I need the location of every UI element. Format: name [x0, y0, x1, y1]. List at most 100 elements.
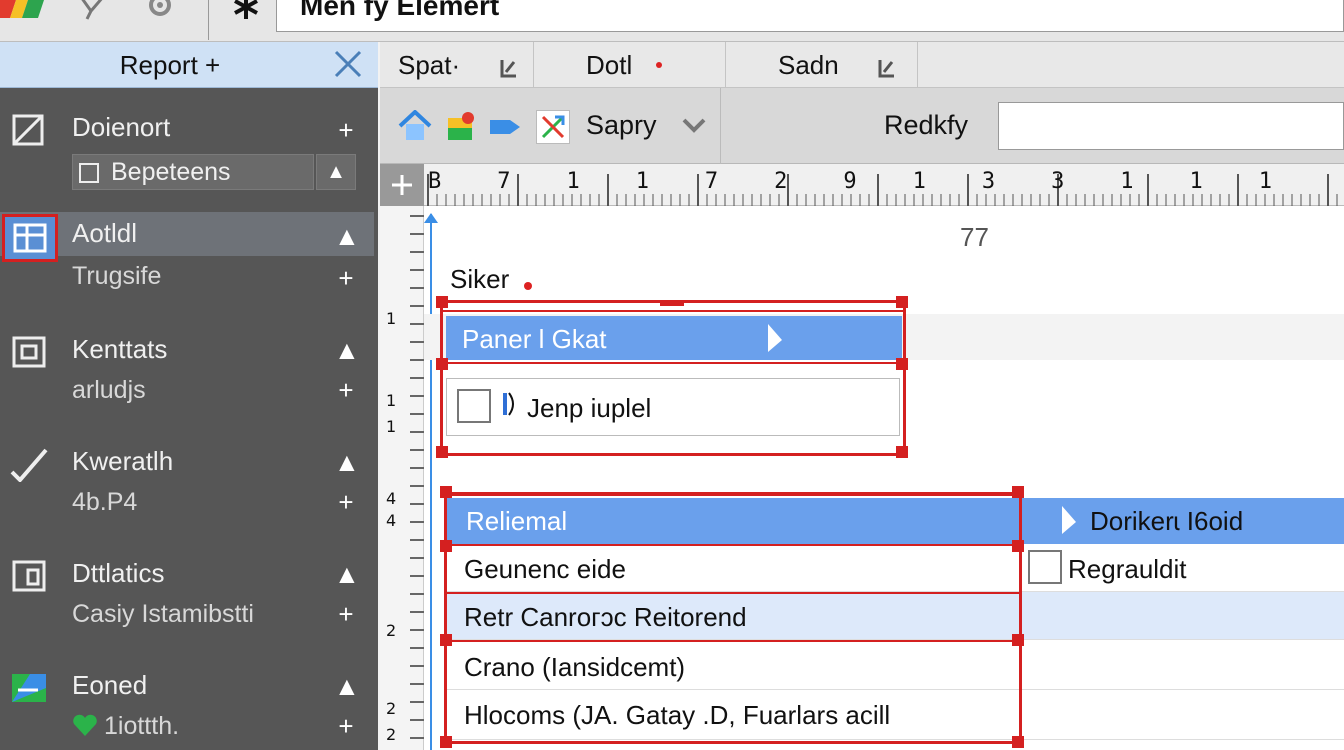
- sidebar-header[interactable]: Report +: [0, 42, 378, 88]
- pointer-tool-icon[interactable]: [536, 110, 570, 144]
- sidebar-item-sublabel: 1iottth.: [104, 712, 180, 740]
- plus-icon[interactable]: +: [334, 489, 358, 515]
- resize-handle[interactable]: [1012, 486, 1024, 498]
- modified-dot-icon: [656, 62, 662, 68]
- sidebar-item-sublabel: arludjs: [72, 376, 146, 404]
- horizontal-ruler[interactable]: B 7 1 1 7 2 9 1 3 3 1 1 1: [380, 164, 1344, 206]
- asterisk-icon[interactable]: [226, 0, 266, 24]
- home-icon[interactable]: [398, 109, 432, 144]
- vruler-label: 4: [386, 511, 396, 530]
- resize-handle[interactable]: [896, 358, 908, 370]
- columns-icon: [10, 558, 50, 594]
- sidebar-sub-label: Bepeteens: [111, 158, 231, 186]
- ruler-label: 1: [566, 169, 579, 194]
- design-canvas[interactable]: 77 Siker Paner l Gkat Jenp iuplel Reliem…: [424, 206, 1344, 750]
- checkbox[interactable]: [1028, 550, 1062, 584]
- toolbar-divider: [720, 88, 721, 164]
- vruler-label: 1: [386, 391, 396, 410]
- checkbox[interactable]: [457, 389, 491, 423]
- plus-icon[interactable]: +: [334, 377, 358, 403]
- resize-handle[interactable]: [440, 486, 452, 498]
- resize-handle[interactable]: [436, 446, 448, 458]
- resize-handle[interactable]: [436, 296, 448, 308]
- checkbox[interactable]: [79, 163, 99, 183]
- sidebar-item-label: Kenttats: [72, 334, 168, 364]
- sidebar-item-eoned[interactable]: Eoned 1iottth. ▲ +: [0, 660, 378, 750]
- ruler-corner[interactable]: [380, 164, 424, 206]
- pin-icon[interactable]: [498, 54, 518, 78]
- group1-row[interactable]: Jenp iuplel: [446, 378, 900, 436]
- sidebar-item-dttlatics[interactable]: Dttlatics Casiy Istamibstti ▲ +: [0, 548, 378, 648]
- table-row[interactable]: Geunenc eide Regrauldit: [446, 544, 1344, 592]
- sidebar-item-kweratlh[interactable]: Kweratlh 4b.P4 ▲ +: [0, 436, 378, 536]
- tab-spat[interactable]: Spat·: [380, 42, 534, 88]
- sidebar-item-kenttats[interactable]: Kenttats arludjs ▲ +: [0, 324, 378, 424]
- top-center-handle[interactable]: [714, 492, 736, 496]
- chevron-down-icon[interactable]: [680, 114, 708, 138]
- resize-handle[interactable]: [896, 446, 908, 458]
- collapse-arrow-icon[interactable]: ▲: [334, 561, 360, 587]
- ruler-label: 1: [636, 169, 649, 194]
- table-row[interactable]: Crano (Iansidcemt): [446, 640, 1344, 690]
- resize-handle[interactable]: [440, 634, 452, 646]
- tab-dotl[interactable]: Dotl: [534, 42, 726, 88]
- resize-handle[interactable]: [1012, 634, 1024, 646]
- frame-icon: [10, 334, 50, 370]
- vruler-label: 1: [386, 309, 396, 328]
- pin-icon[interactable]: [876, 54, 896, 78]
- cursor-pointer-icon: [760, 322, 786, 354]
- plus-icon[interactable]: +: [334, 601, 358, 627]
- collapse-arrow-icon[interactable]: ▲: [334, 337, 360, 363]
- expand-arrow-icon[interactable]: ▲: [316, 154, 356, 190]
- ruler-label: 1: [1190, 169, 1203, 194]
- group2-header[interactable]: Reliemal Dorikerɩ I6oid: [446, 498, 1344, 544]
- close-icon[interactable]: [330, 46, 366, 82]
- group2-header-right: Dorikerɩ I6oid: [1090, 506, 1244, 536]
- app-logo-icon[interactable]: [0, 0, 48, 22]
- sidebar-item-label: Doienort: [72, 112, 171, 142]
- sidebar-sub-item[interactable]: Bepeteens: [72, 154, 314, 190]
- collapse-arrow-icon[interactable]: ▲: [334, 673, 360, 699]
- table-row[interactable]: Hlocoms (JA. Gatay .D, Fuarlars acill: [446, 690, 1344, 740]
- vruler-label: 4: [386, 489, 396, 508]
- plus-icon[interactable]: +: [334, 265, 358, 291]
- vruler-label: 1: [386, 417, 396, 436]
- ruler-ticks: B 7 1 1 7 2 9 1 3 3 1 1 1: [427, 169, 1338, 206]
- vertical-ruler[interactable]: 1 1 1 4 4 2 2 2: [380, 206, 424, 750]
- gear-icon[interactable]: [140, 0, 180, 24]
- tool-dropdown-label[interactable]: Sapry: [586, 110, 657, 141]
- guide-arrow-icon: [424, 210, 438, 223]
- sidebar-item-label: Dttlatics: [72, 558, 165, 588]
- resize-handle[interactable]: [896, 296, 908, 308]
- sidebar-item-sublabel: 4b.P4: [72, 488, 138, 516]
- collapse-arrow-icon[interactable]: ▲: [334, 449, 360, 475]
- row-cell-left: Hlocoms (JA. Gatay .D, Fuarlars acill: [464, 700, 891, 730]
- ruler-label: 1: [1120, 169, 1133, 194]
- top-center-handle[interactable]: [660, 302, 684, 306]
- ruler-label: 1: [1259, 169, 1272, 194]
- resize-handle[interactable]: [440, 736, 452, 748]
- resize-handle[interactable]: [440, 540, 452, 552]
- resize-handle[interactable]: [1012, 736, 1024, 748]
- sidebar-item-aotldl[interactable]: Aotldl Trugsife ▲ +: [0, 212, 378, 312]
- ruler-label: 7: [705, 169, 718, 194]
- plus-icon[interactable]: +: [334, 117, 358, 143]
- group1-header[interactable]: Paner l Gkat: [446, 316, 902, 360]
- collapse-arrow-icon[interactable]: ▲: [334, 223, 360, 249]
- resize-handle[interactable]: [1012, 540, 1024, 552]
- checkmark-icon: [10, 446, 50, 483]
- table-row[interactable]: Retr Canroᴦɔc Reitorend: [446, 592, 1344, 640]
- tab-sadn[interactable]: Sadn: [726, 42, 918, 88]
- plus-icon[interactable]: +: [334, 713, 358, 739]
- guide-line[interactable]: [430, 214, 432, 750]
- resize-handle[interactable]: [436, 358, 448, 370]
- shapes-icon[interactable]: [444, 110, 478, 144]
- sidebar-item-label: Eoned: [72, 670, 148, 700]
- toolbar-divider: [208, 0, 209, 40]
- field-label: Redkfy: [884, 110, 969, 140]
- cursor-tool-icon[interactable]: [72, 0, 112, 24]
- arrow-right-icon[interactable]: [488, 110, 522, 144]
- ruler-label: B: [428, 169, 441, 194]
- toolbar: Sapry Redkfy: [380, 88, 1344, 164]
- text-input[interactable]: [998, 102, 1344, 150]
